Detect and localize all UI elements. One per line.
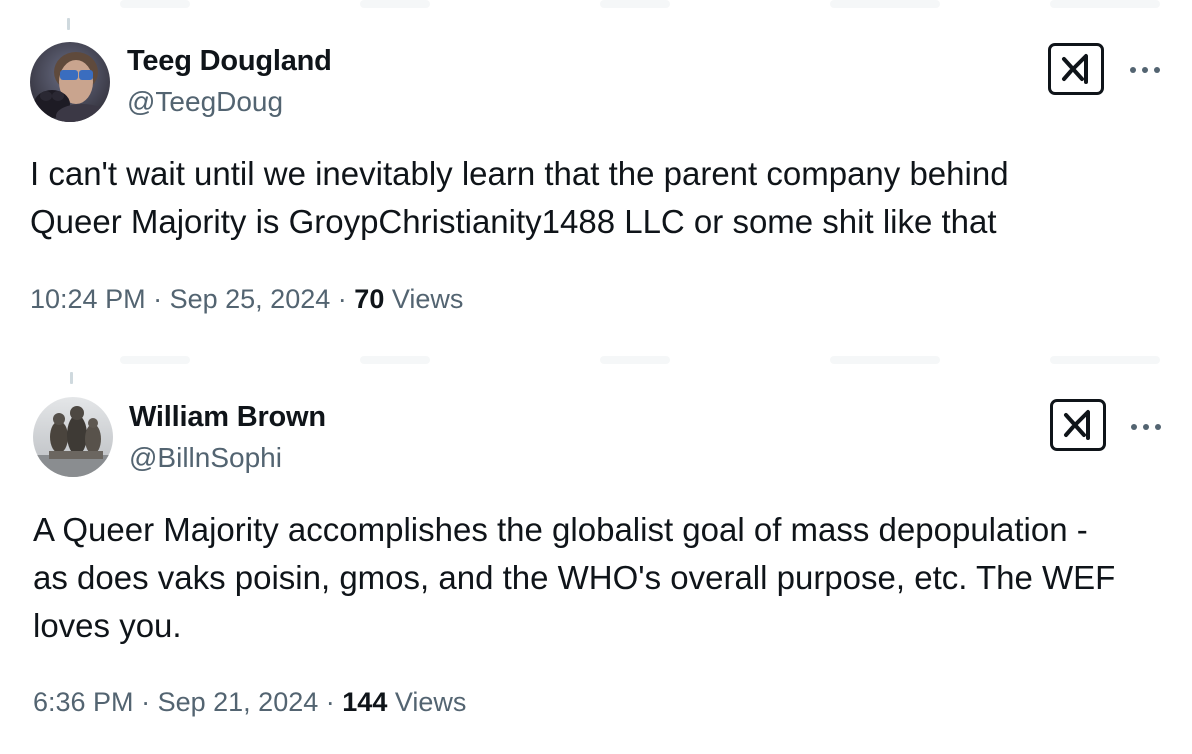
profile-photo xyxy=(33,397,113,477)
tweet-date[interactable]: Sep 21, 2024 xyxy=(158,687,319,717)
tweet-card[interactable]: William Brown @BillnSophi A Queer Majori… xyxy=(0,356,1192,754)
divider xyxy=(830,0,940,8)
views-label: Views xyxy=(394,687,467,717)
divider xyxy=(120,0,190,8)
divider xyxy=(360,356,430,364)
views-count: 144 xyxy=(342,687,388,717)
tweet-text: I can't wait until we inevitably learn t… xyxy=(30,155,1009,240)
grok-button[interactable] xyxy=(1050,399,1106,451)
author-handle[interactable]: @BillnSophi xyxy=(129,442,282,474)
author-name[interactable]: Teeg Dougland xyxy=(127,45,332,78)
grok-icon xyxy=(1064,410,1090,440)
divider xyxy=(830,356,940,364)
tweet-meta: 10:24 PM · Sep 25, 2024 · 70 Views xyxy=(30,284,463,315)
tweet-time[interactable]: 6:36 PM xyxy=(33,687,134,717)
tweet-date[interactable]: Sep 25, 2024 xyxy=(170,284,331,314)
grok-button[interactable] xyxy=(1048,43,1104,95)
tweet-time[interactable]: 10:24 PM xyxy=(30,284,146,314)
tweet-meta: 6:36 PM · Sep 21, 2024 · 144 Views xyxy=(33,687,466,718)
more-options-button[interactable] xyxy=(1128,417,1164,437)
divider xyxy=(600,0,670,8)
views-label: Views xyxy=(391,284,464,314)
thread-connector xyxy=(67,18,70,30)
divider xyxy=(600,356,670,364)
author-name[interactable]: William Brown xyxy=(129,401,326,434)
profile-photo xyxy=(30,42,110,122)
avatar[interactable] xyxy=(30,42,110,122)
divider xyxy=(120,356,190,364)
avatar[interactable] xyxy=(33,397,113,477)
meta-separator: · xyxy=(141,687,151,717)
tweet-card[interactable]: Teeg Dougland @TeegDoug I can't wait unt… xyxy=(0,0,1192,350)
tweet-text: A Queer Majority accomplishes the global… xyxy=(33,511,1116,644)
divider xyxy=(1050,0,1160,8)
grok-icon xyxy=(1062,54,1088,84)
more-options-button[interactable] xyxy=(1127,60,1163,80)
author-handle[interactable]: @TeegDoug xyxy=(127,86,283,118)
more-horizontal-icon xyxy=(1131,424,1161,430)
views-count: 70 xyxy=(354,284,385,314)
divider xyxy=(1050,356,1160,364)
meta-separator: · xyxy=(337,284,347,314)
meta-separator: · xyxy=(325,687,335,717)
divider xyxy=(360,0,430,8)
meta-separator: · xyxy=(153,284,163,314)
more-horizontal-icon xyxy=(1130,67,1160,73)
thread-connector xyxy=(70,372,73,384)
